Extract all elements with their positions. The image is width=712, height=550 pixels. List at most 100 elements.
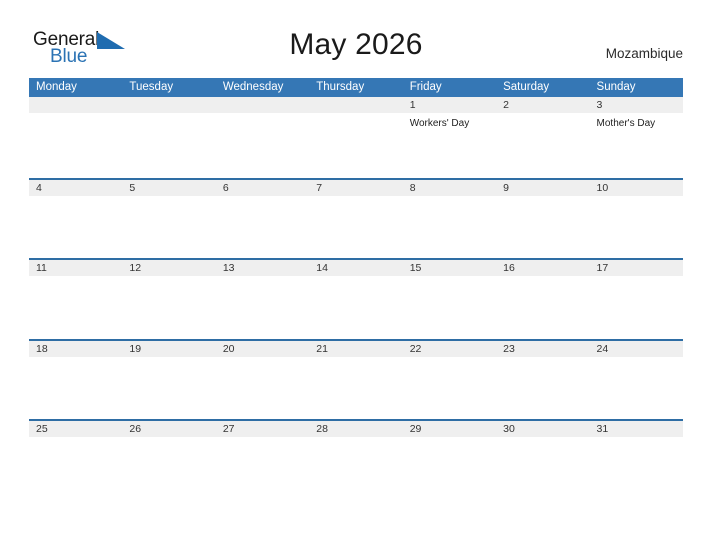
weekday-header-sunday: Sunday xyxy=(596,81,636,93)
day-number: 29 xyxy=(402,421,497,437)
calendar-day-cell[interactable]: 22 xyxy=(402,340,497,421)
day-event-label xyxy=(496,113,589,118)
day-number: 17 xyxy=(589,260,683,276)
calendar-grid: Monday Tuesday Wednesday Thursday Friday… xyxy=(29,78,683,500)
calendar-week-row: 25 26 27 28 29 30 31 xyxy=(29,419,683,500)
day-event-label xyxy=(496,437,589,442)
day-number xyxy=(309,97,403,113)
day-event-label xyxy=(309,113,402,118)
day-number: 25 xyxy=(29,421,123,437)
weekday-header-thursday: Thursday xyxy=(316,81,365,93)
calendar-day-cell[interactable]: 25 xyxy=(29,421,123,501)
calendar-day-cell[interactable]: 26 xyxy=(122,421,216,501)
day-event-label xyxy=(122,196,215,201)
day-event-label xyxy=(590,357,683,362)
day-number: 10 xyxy=(589,179,683,196)
weekday-header-monday: Monday xyxy=(36,81,77,93)
calendar-day-cell[interactable]: 28 xyxy=(309,421,403,501)
calendar-day-cell[interactable]: 2 xyxy=(496,97,590,177)
calendar-day-cell[interactable]: 3 Mother's Day xyxy=(589,97,683,177)
day-event-label xyxy=(309,196,402,201)
day-event-label xyxy=(122,357,215,362)
day-number: 27 xyxy=(215,421,310,437)
calendar-day-cell[interactable]: 14 xyxy=(309,260,403,340)
day-number: 7 xyxy=(309,179,403,196)
calendar-day-cell[interactable]: 9 xyxy=(496,179,590,260)
day-event-label xyxy=(403,276,496,281)
day-number: 31 xyxy=(589,421,683,437)
calendar-day-cell[interactable]: 15 xyxy=(402,260,497,340)
calendar-day-cell[interactable]: 5 xyxy=(122,179,216,260)
day-number: 21 xyxy=(309,340,403,357)
calendar-week-row: 11 12 13 14 15 16 17 xyxy=(29,258,683,339)
calendar-day-cell[interactable]: 30 xyxy=(496,421,590,501)
day-number: 15 xyxy=(402,260,497,276)
day-number: 24 xyxy=(589,340,683,357)
day-event-label xyxy=(216,357,309,362)
day-event-label xyxy=(122,437,215,442)
calendar-weekday-header-row: Monday Tuesday Wednesday Thursday Friday… xyxy=(29,78,683,97)
day-event-label xyxy=(216,196,309,201)
day-number xyxy=(29,97,123,113)
day-event-label xyxy=(309,357,402,362)
weekday-header-tuesday: Tuesday xyxy=(129,81,174,93)
calendar-day-cell[interactable] xyxy=(29,97,123,177)
general-blue-logo[interactable]: General Blue xyxy=(33,30,153,70)
day-number: 19 xyxy=(122,340,216,357)
calendar-day-cell[interactable]: 19 xyxy=(122,340,216,421)
weekday-header-wednesday: Wednesday xyxy=(222,81,284,93)
calendar-day-cell[interactable]: 18 xyxy=(29,340,123,421)
calendar-day-cell[interactable]: 17 xyxy=(589,260,683,340)
calendar-day-cell[interactable]: 6 xyxy=(215,179,310,260)
day-event-label xyxy=(496,357,589,362)
day-number: 2 xyxy=(496,97,590,113)
calendar-day-cell[interactable]: 27 xyxy=(215,421,310,501)
calendar-day-cell[interactable]: 12 xyxy=(122,260,216,340)
calendar-week-row: 4 5 6 7 8 9 10 xyxy=(29,177,683,260)
day-number: 4 xyxy=(29,179,123,196)
calendar-day-cell[interactable] xyxy=(309,97,403,177)
calendar-day-cell[interactable]: 24 xyxy=(589,340,683,421)
day-event-label xyxy=(403,196,496,201)
logo-text-blue: Blue xyxy=(50,46,88,67)
day-event-label xyxy=(122,276,215,281)
day-number: 13 xyxy=(215,260,310,276)
calendar-day-cell[interactable]: 11 xyxy=(29,260,123,340)
country-label: Mozambique xyxy=(605,46,683,61)
weekday-header-saturday: Saturday xyxy=(503,81,550,93)
day-number: 1 xyxy=(402,97,497,113)
calendar-day-cell[interactable]: 8 xyxy=(402,179,497,260)
day-number: 18 xyxy=(29,340,123,357)
calendar-day-cell[interactable]: 7 xyxy=(309,179,403,260)
day-event-label xyxy=(590,276,683,281)
calendar-day-cell[interactable]: 4 xyxy=(29,179,123,260)
calendar-day-cell[interactable]: 23 xyxy=(496,340,590,421)
day-number: 30 xyxy=(496,421,590,437)
day-number: 8 xyxy=(402,179,497,196)
day-event-label xyxy=(590,196,683,201)
day-event-label xyxy=(29,196,122,201)
day-event-label: Workers' Day xyxy=(409,118,470,129)
day-event-label xyxy=(309,437,402,442)
day-number: 6 xyxy=(215,179,310,196)
calendar-day-cell[interactable] xyxy=(215,97,310,177)
calendar-day-cell[interactable]: 13 xyxy=(215,260,310,340)
day-number xyxy=(215,97,310,113)
day-event-label xyxy=(122,113,215,118)
calendar-day-cell[interactable]: 16 xyxy=(496,260,590,340)
calendar-day-cell[interactable]: 1 Workers' Day xyxy=(402,97,497,177)
calendar-day-cell[interactable]: 31 xyxy=(589,421,683,501)
calendar-day-cell[interactable] xyxy=(122,97,216,177)
day-number: 22 xyxy=(402,340,497,357)
page-title: May 2026 xyxy=(289,28,423,61)
weekday-header-friday: Friday xyxy=(409,81,442,93)
calendar-day-cell[interactable]: 29 xyxy=(402,421,497,501)
calendar-day-cell[interactable]: 20 xyxy=(215,340,310,421)
day-event-label xyxy=(403,357,496,362)
day-number: 9 xyxy=(496,179,590,196)
calendar-day-cell[interactable]: 21 xyxy=(309,340,403,421)
day-number: 28 xyxy=(309,421,403,437)
calendar-day-cell[interactable]: 10 xyxy=(589,179,683,260)
day-event-label xyxy=(496,276,589,281)
page-header: General Blue May 2026 Mozambique xyxy=(0,0,712,78)
